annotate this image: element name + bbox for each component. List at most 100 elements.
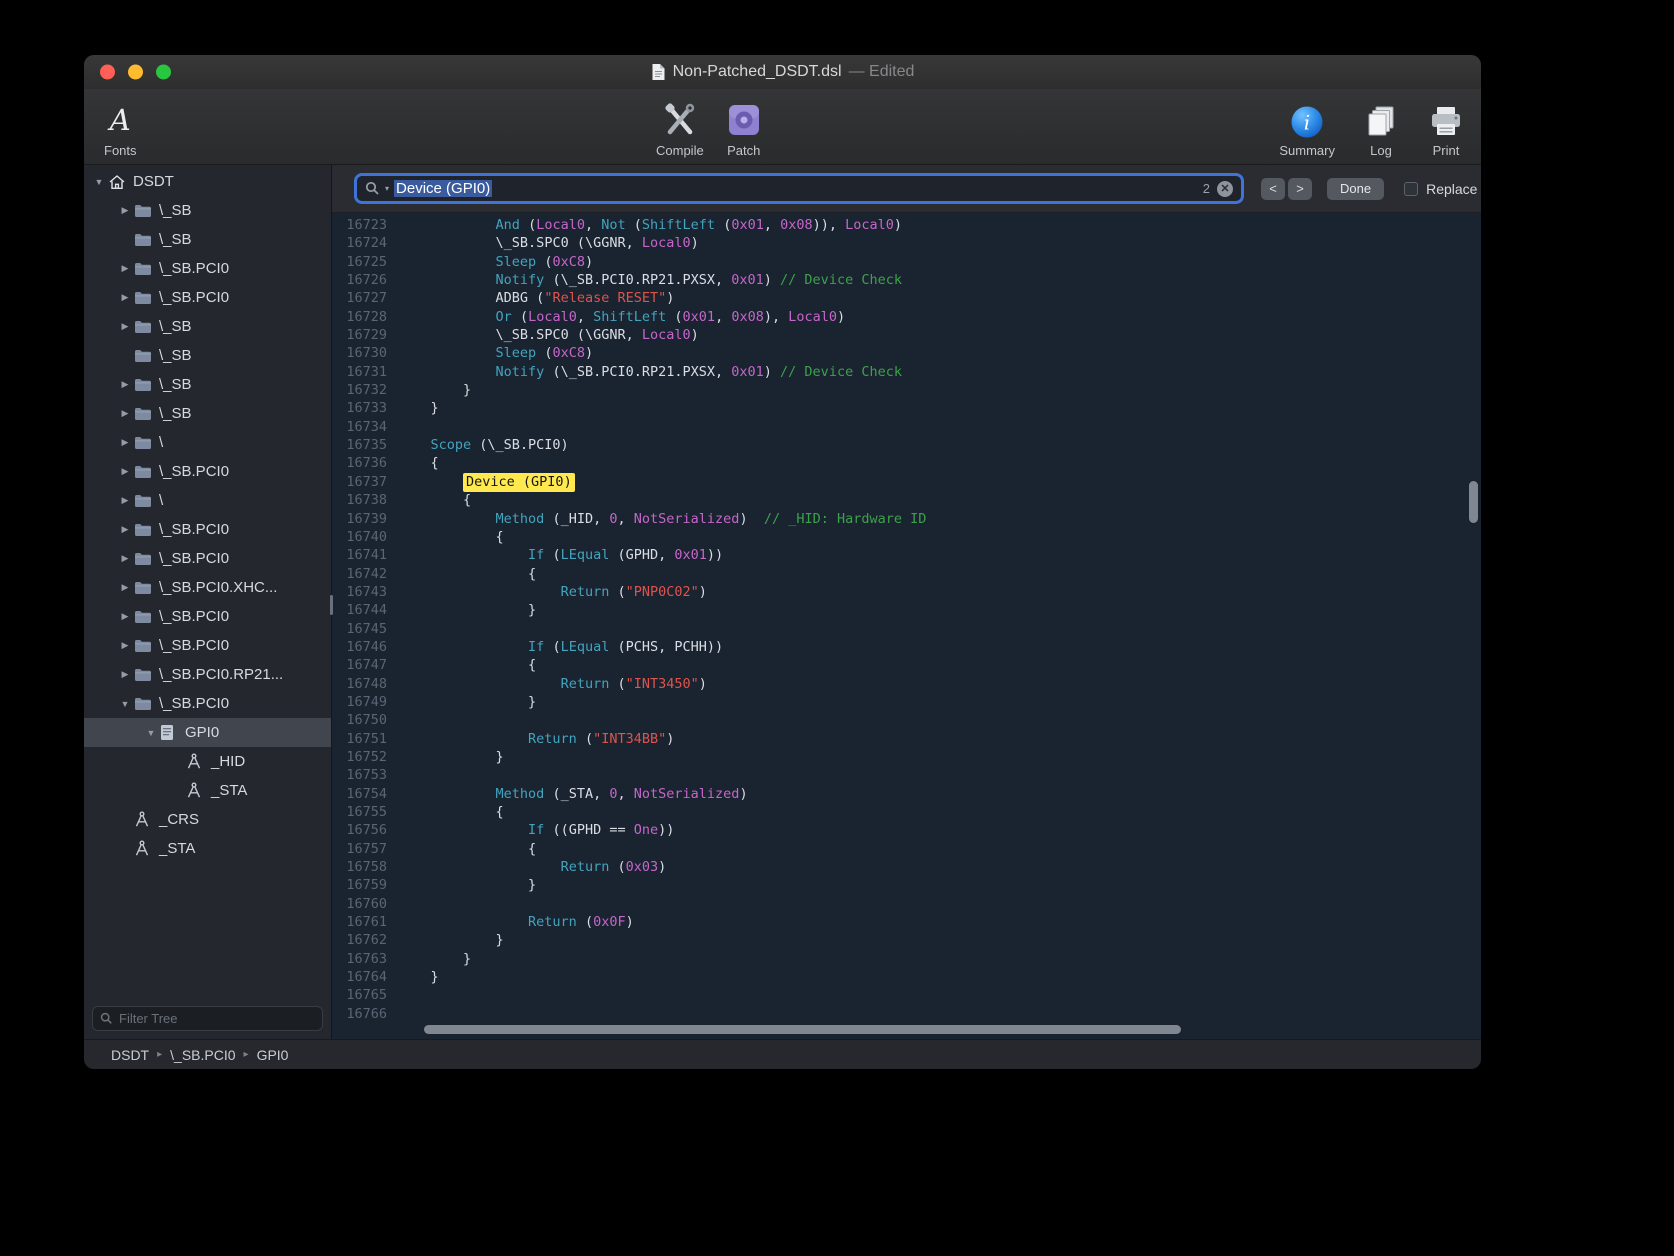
disclosure-right-icon[interactable]: ▶ (116, 640, 134, 651)
code-line: 16730 Sleep (0xC8) (332, 344, 1481, 362)
breadcrumb-item[interactable]: GPI0 (257, 1047, 289, 1063)
tree-item-[interactable]: ▶\ (84, 486, 331, 515)
line-number: 16747 (332, 656, 398, 674)
code-editor[interactable]: 16723 And (Local0, Not (ShiftLeft (0x01,… (332, 213, 1481, 1039)
tree-item-label: \_SB.PCI0.RP21... (159, 666, 283, 683)
fonts-button[interactable]: A Fonts (104, 96, 137, 158)
patch-button[interactable]: Patch (726, 96, 762, 158)
tree-item-label: _STA (159, 840, 195, 857)
log-pages-icon (1363, 105, 1399, 139)
done-button[interactable]: Done (1327, 178, 1384, 200)
tree-item-sb-pci0[interactable]: ▶ \_SB.PCI0 (84, 457, 331, 486)
disclosure-right-icon[interactable]: ▶ (116, 466, 134, 477)
line-number: 16745 (332, 620, 398, 638)
code-line: 16733 } (332, 399, 1481, 417)
zoom-window-button[interactable] (156, 65, 171, 80)
horizontal-scrollbar[interactable] (424, 1025, 1181, 1034)
tree-item-dsdt[interactable]: ▼DSDT (84, 167, 331, 196)
code-text: Sleep (0xC8) (398, 253, 593, 271)
compile-button[interactable]: Compile (656, 96, 704, 158)
tree-item-label: \_SB (159, 347, 192, 364)
search-icon (365, 181, 380, 196)
tree-item-sb[interactable]: \_SB (84, 225, 331, 254)
tree-item-sb-pci0-rp21[interactable]: ▶ \_SB.PCI0.RP21... (84, 660, 331, 689)
code-text: If (LEqual (GPHD, 0x01)) (398, 546, 723, 564)
disclosure-right-icon[interactable]: ▶ (116, 495, 134, 506)
disclosure-right-icon[interactable]: ▶ (116, 263, 134, 274)
line-number: 16737 (332, 473, 398, 491)
code-line: 16732 } (332, 381, 1481, 399)
breadcrumb-item[interactable]: \_SB.PCI0 (170, 1047, 235, 1063)
breadcrumb-item[interactable]: DSDT (111, 1047, 149, 1063)
disclosure-right-icon[interactable]: ▶ (116, 553, 134, 564)
disclosure-right-icon[interactable]: ▶ (116, 669, 134, 680)
disclosure-right-icon[interactable]: ▶ (116, 524, 134, 535)
summary-button[interactable]: i Summary (1279, 96, 1335, 158)
compile-tools-icon (659, 101, 701, 139)
vertical-scrollbar[interactable] (1469, 481, 1478, 523)
tree-item-sb[interactable]: ▶\_SB (84, 370, 331, 399)
code-line: 16740 { (332, 528, 1481, 546)
tree-item-sb-pci0[interactable]: ▶\_SB.PCI0 (84, 631, 331, 660)
tree-item-sb-pci0[interactable]: ▶\_SB.PCI0 (84, 254, 331, 283)
code-line: 16764 } (332, 968, 1481, 986)
replace-checkbox[interactable] (1404, 182, 1418, 196)
title-bar: Non-Patched_DSDT.dsl — Edited (84, 55, 1481, 89)
line-number: 16765 (332, 986, 398, 1004)
tree-item-sb-pci0[interactable]: ▶ \_SB.PCI0 (84, 544, 331, 573)
tree-item-gpi0[interactable]: ▼GPI0 (84, 718, 331, 747)
tree-item-sta[interactable]: _STA (84, 776, 331, 805)
disclosure-down-icon[interactable]: ▼ (90, 177, 108, 187)
code-text: } (398, 950, 471, 968)
disclosure-down-icon[interactable]: ▼ (142, 728, 160, 738)
filter-tree-input[interactable]: Filter Tree (92, 1006, 323, 1031)
disclosure-right-icon[interactable]: ▶ (116, 321, 134, 332)
code-text: { (398, 491, 471, 509)
print-button[interactable]: Print (1427, 96, 1465, 158)
tree-item-[interactable]: ▶\ (84, 428, 331, 457)
tree-item-sta[interactable]: _STA (84, 834, 331, 863)
code-text: \_SB.SPC0 (\GGNR, Local0) (398, 326, 699, 344)
code-line: 16734 (332, 418, 1481, 436)
clear-search-icon[interactable]: ✕ (1217, 181, 1233, 197)
code-line: 16749 } (332, 693, 1481, 711)
code-line: 16762 } (332, 931, 1481, 949)
disclosure-right-icon[interactable]: ▶ (116, 205, 134, 216)
tree-item-sb-pci0[interactable]: ▼\_SB.PCI0 (84, 689, 331, 718)
disclosure-right-icon[interactable]: ▶ (116, 437, 134, 448)
tree-item-sb[interactable]: \_SB (84, 341, 331, 370)
code-line: 16741 If (LEqual (GPHD, 0x01)) (332, 546, 1481, 564)
tree-item-sb-pci0-xhc[interactable]: ▶\_SB.PCI0.XHC... (84, 573, 331, 602)
tree-item-label: \_SB.PCI0 (159, 463, 229, 480)
find-search-field[interactable]: ▾ Device (GPI0) 2 ✕ (354, 173, 1244, 204)
tree-item-hid[interactable]: _HID (84, 747, 331, 776)
tree-item-crs[interactable]: _CRS (84, 805, 331, 834)
disclosure-down-icon[interactable]: ▼ (116, 699, 134, 709)
tree-item-sb[interactable]: ▶\_SB (84, 196, 331, 225)
tree-item-sb-pci0[interactable]: ▶\_SB.PCI0 (84, 602, 331, 631)
replace-toggle: Replace (1404, 181, 1477, 197)
tree-item-sb-pci0[interactable]: ▶\_SB.PCI0 (84, 283, 331, 312)
tree-item-label: \_SB.PCI0 (159, 550, 229, 567)
tree-item-sb[interactable]: ▶\_SB (84, 399, 331, 428)
patch-icon (726, 103, 762, 139)
minimize-window-button[interactable] (128, 65, 143, 80)
find-next-button[interactable]: > (1288, 178, 1312, 200)
code-text: Notify (\_SB.PCI0.RP21.PXSX, 0x01) // De… (398, 271, 902, 289)
close-window-button[interactable] (100, 65, 115, 80)
find-previous-button[interactable]: < (1261, 178, 1285, 200)
tree-item-sb[interactable]: ▶\_SB (84, 312, 331, 341)
disclosure-right-icon[interactable]: ▶ (116, 408, 134, 419)
disclosure-right-icon[interactable]: ▶ (116, 292, 134, 303)
disclosure-right-icon[interactable]: ▶ (116, 379, 134, 390)
code-text: } (398, 693, 536, 711)
find-query-text: Device (GPI0) (394, 180, 1198, 197)
find-query-selection: Device (GPI0) (394, 180, 492, 197)
search-options-chevron-icon[interactable]: ▾ (385, 184, 389, 193)
disclosure-right-icon[interactable]: ▶ (116, 611, 134, 622)
tree-item-sb-pci0[interactable]: ▶\_SB.PCI0 (84, 515, 331, 544)
disclosure-right-icon[interactable]: ▶ (116, 582, 134, 593)
line-number: 16732 (332, 381, 398, 399)
code-text: } (398, 601, 536, 619)
log-button[interactable]: Log (1363, 96, 1399, 158)
